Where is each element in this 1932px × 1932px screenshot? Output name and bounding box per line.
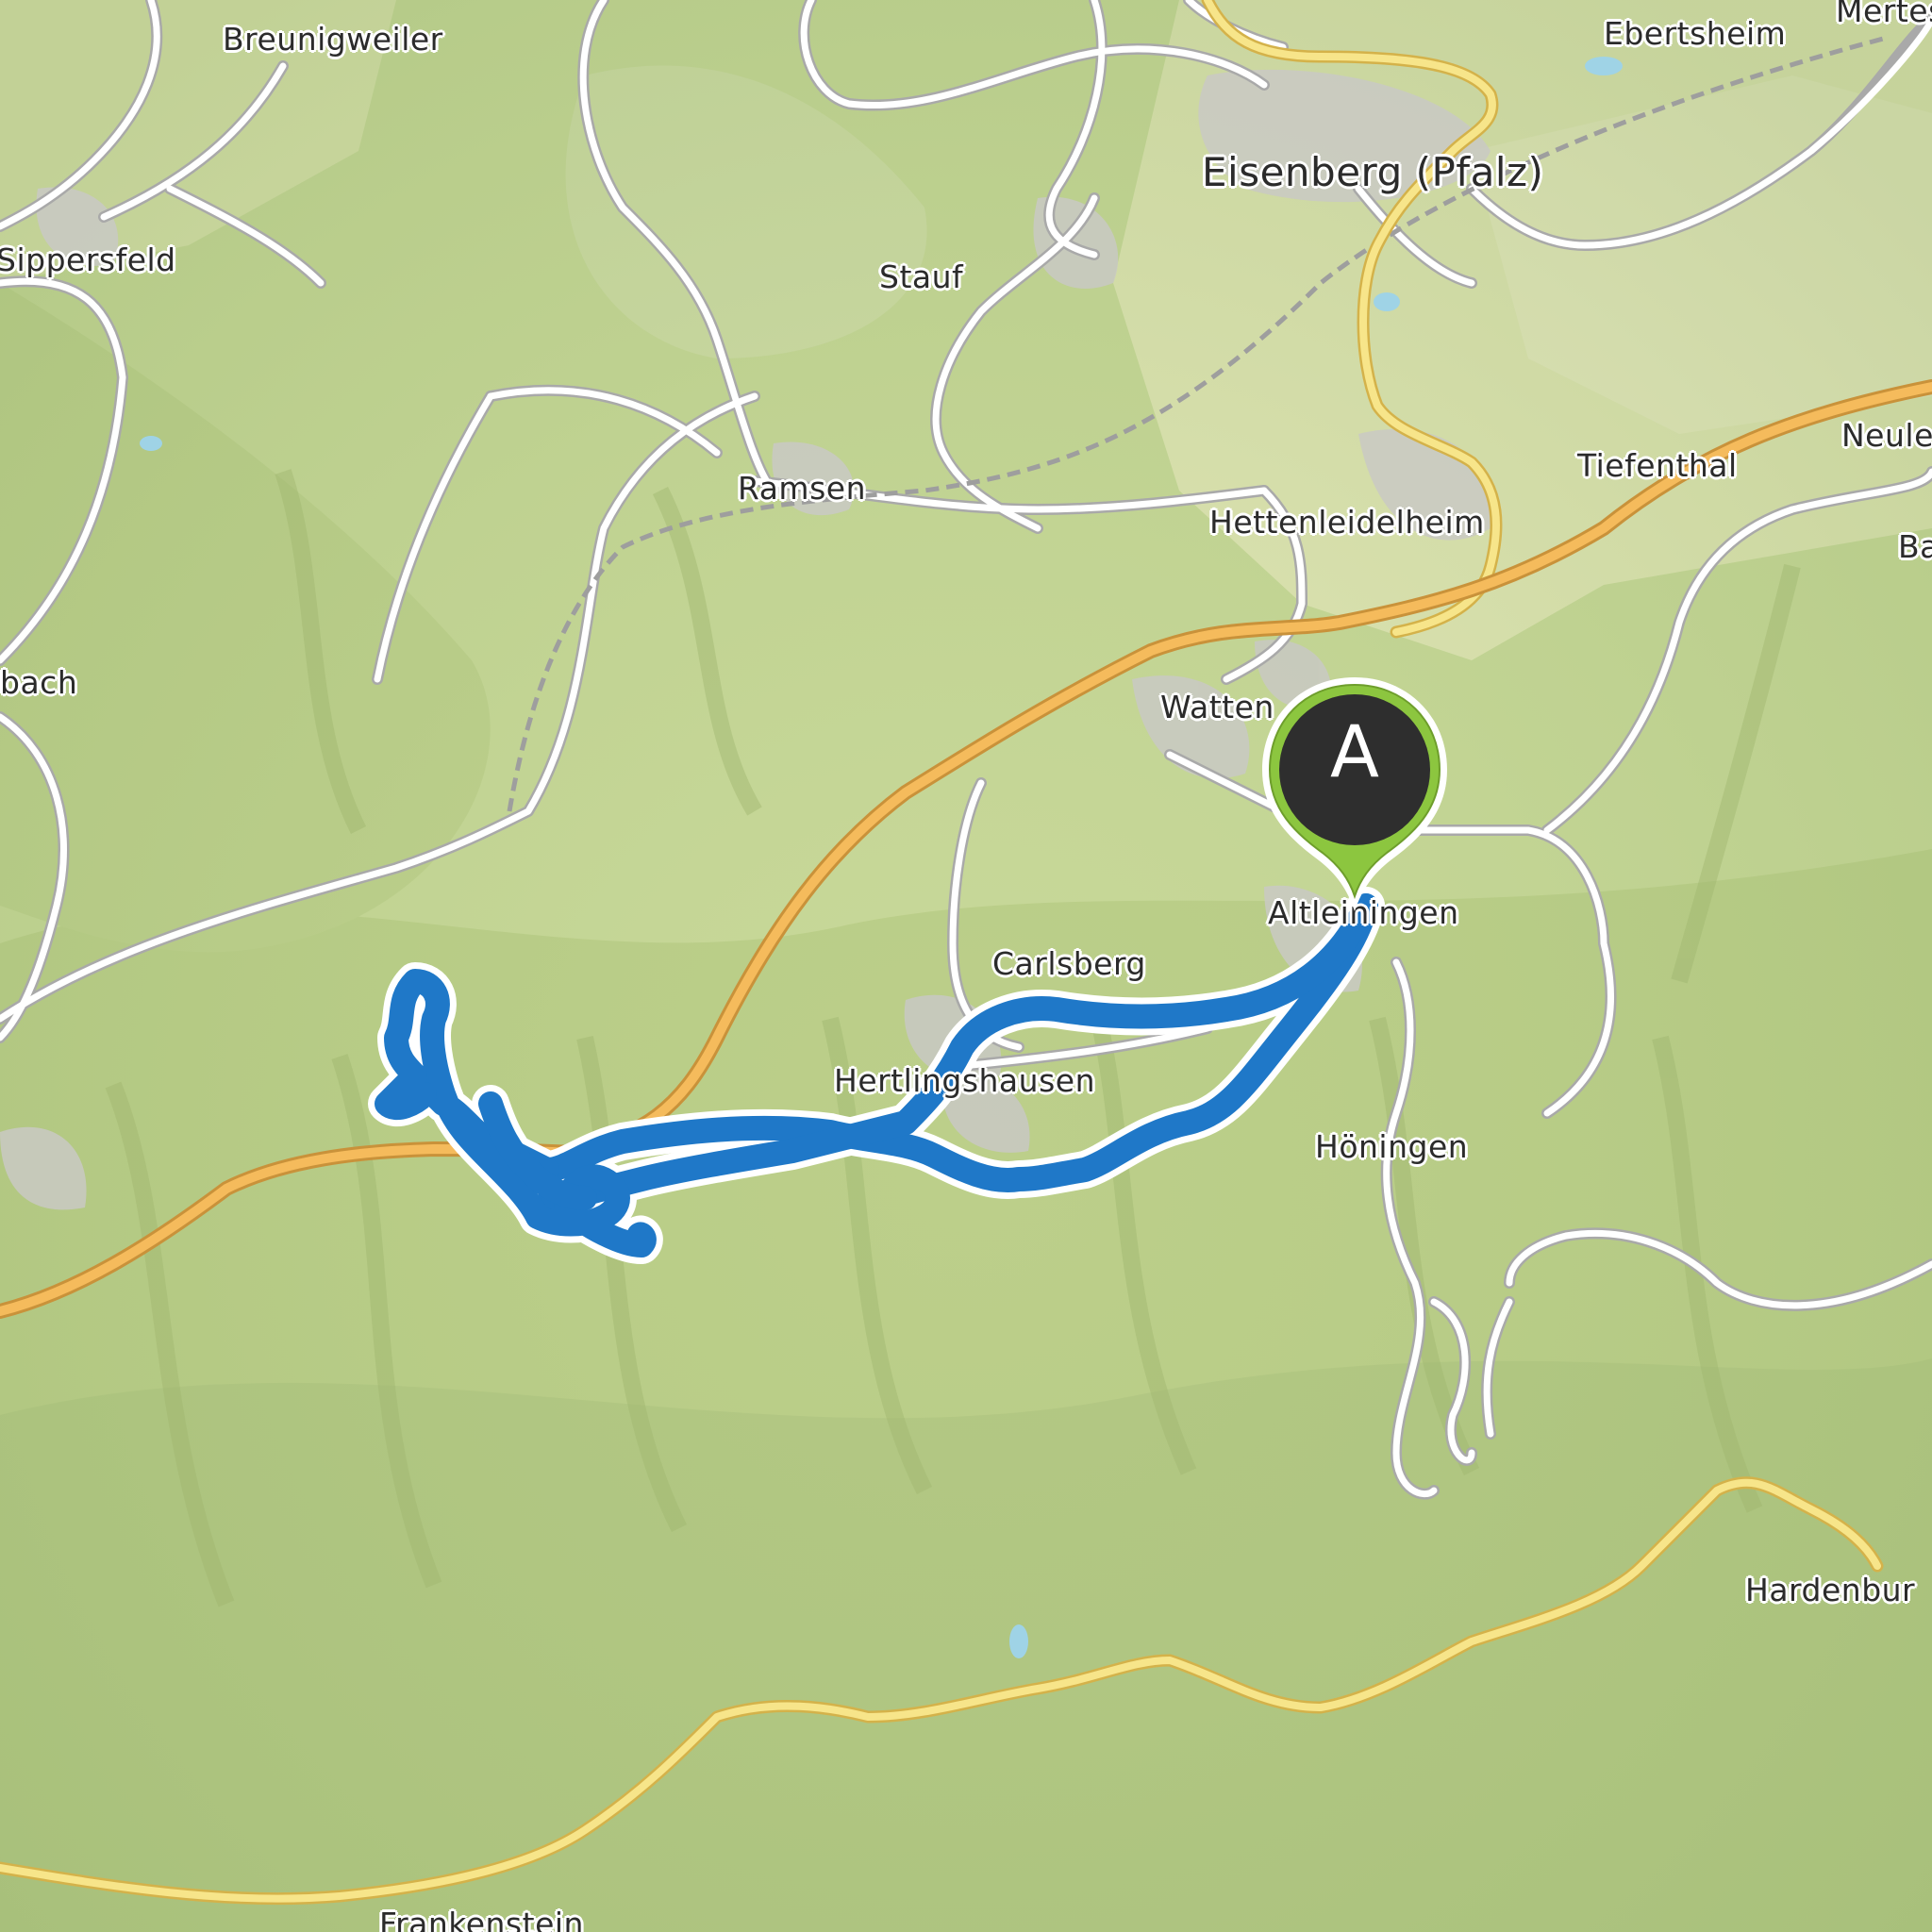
place-label-hettenleidelheim: Hettenleidelheim (1209, 504, 1485, 541)
place-label-hertlingshausen: Hertlingshausen (834, 1062, 1095, 1099)
place-label-neuleiningen: Neule (1841, 417, 1932, 454)
place-label-ebertsheim: Ebertsheim (1604, 15, 1787, 52)
place-label-carlsberg: Carlsberg (992, 945, 1146, 982)
map-base (0, 0, 1932, 1932)
place-label-ramsen: Ramsen (738, 470, 866, 507)
start-marker[interactable]: A (1253, 672, 1457, 917)
place-label-eisenberg: Eisenberg (Pfalz) (1202, 149, 1544, 195)
place-label-mertesheim: Mertes (1836, 0, 1932, 29)
start-marker-letter: A (1330, 709, 1379, 793)
map-pin-icon (1262, 677, 1447, 911)
place-label-tiefenthal: Tiefenthal (1577, 447, 1738, 484)
place-label-hardenburg: Hardenbur (1745, 1572, 1916, 1608)
place-label-stauf: Stauf (879, 258, 964, 295)
place-label-breunigweiler: Breunigweiler (223, 21, 443, 58)
relief-shading (0, 0, 1932, 1932)
place-label-sippersfeld: Sippersfeld (0, 242, 176, 278)
place-label-frankenstein: Frankenstein (379, 1906, 584, 1932)
place-label-hoeningen: Höningen (1315, 1128, 1469, 1165)
place-label-bach: bach (0, 664, 78, 701)
place-label-ba: Ba (1898, 528, 1932, 565)
map-canvas[interactable]: Breunigweiler Ebertsheim Mertes Eisenber… (0, 0, 1932, 1932)
